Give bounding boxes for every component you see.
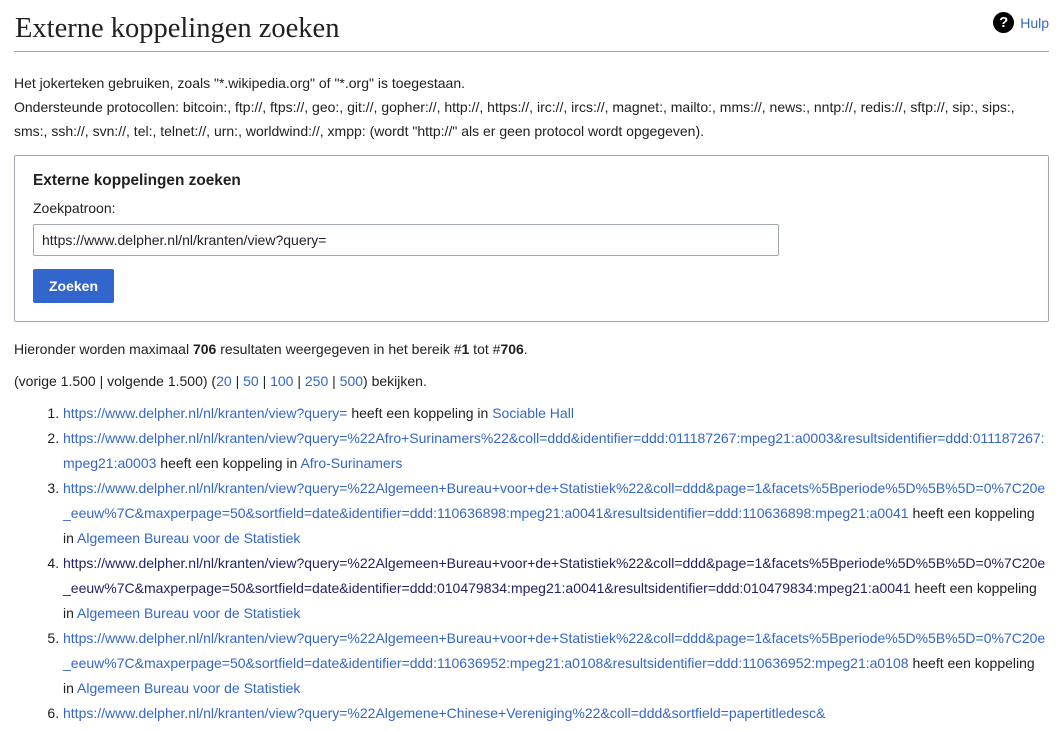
page-size-20[interactable]: 20	[216, 373, 232, 389]
search-pattern-label: Zoekpatroon:	[33, 199, 116, 216]
paging-sep: |	[293, 372, 305, 389]
page-size-250[interactable]: 250	[305, 373, 328, 389]
help-label[interactable]: Hulp	[1020, 15, 1049, 31]
result-page[interactable]: Algemeen Bureau voor de Statistiek	[77, 605, 300, 621]
summary-prefix: Hieronder worden maximaal	[14, 340, 193, 357]
result-page[interactable]: Algemeen Bureau voor de Statistiek	[77, 530, 300, 546]
intro-text: Het jokerteken gebruiken, zoals "*.wikip…	[14, 71, 1049, 143]
help-icon: ?	[993, 12, 1015, 33]
page-size-50[interactable]: 50	[243, 373, 259, 389]
paging-sep: |	[231, 372, 244, 389]
search-button[interactable]: Zoeken	[33, 268, 114, 303]
paging-sep: |	[258, 372, 271, 389]
help-link[interactable]: ? Hulp	[993, 12, 1049, 33]
result-url[interactable]: https://www.delpher.nl/nl/kranten/view?q…	[63, 705, 825, 721]
page-title: Externe koppelingen zoeken	[14, 0, 1049, 52]
protocols-note: Ondersteunde protocollen: bitcoin:, ftp:…	[14, 98, 1015, 139]
list-item: https://www.delpher.nl/nl/kranten/view?q…	[63, 626, 1049, 701]
results-list: https://www.delpher.nl/nl/kranten/view?q…	[14, 401, 1049, 726]
result-url[interactable]: https://www.delpher.nl/nl/kranten/view?q…	[63, 405, 347, 421]
paging-close: ) bekijken.	[363, 372, 427, 389]
page-size-500[interactable]: 500	[340, 373, 363, 389]
wildcard-note: Het jokerteken gebruiken, zoals "*.wikip…	[14, 74, 466, 91]
result-page[interactable]: Algemeen Bureau voor de Statistiek	[77, 680, 300, 696]
result-url[interactable]: https://www.delpher.nl/nl/kranten/view?q…	[63, 630, 1045, 671]
list-item: https://www.delpher.nl/nl/kranten/view?q…	[63, 551, 1049, 626]
result-page[interactable]: Afro-Surinamers	[300, 455, 402, 471]
page-size-100[interactable]: 100	[270, 373, 293, 389]
list-item: https://www.delpher.nl/nl/kranten/view?q…	[63, 701, 1049, 726]
results-summary: Hieronder worden maximaal 706 resultaten…	[14, 339, 1049, 359]
result-url[interactable]: https://www.delpher.nl/nl/kranten/view?q…	[63, 555, 1045, 596]
search-pattern-value: https://www.delpher.nl/nl/kranten/view?q…	[42, 231, 327, 248]
form-legend: Externe koppelingen zoeken	[33, 171, 241, 189]
search-pattern-input[interactable]: https://www.delpher.nl/nl/kranten/view?q…	[33, 223, 779, 256]
result-url[interactable]: https://www.delpher.nl/nl/kranten/view?q…	[63, 480, 1045, 521]
summary-count: 706	[192, 340, 217, 357]
summary-suffix: .	[523, 340, 528, 357]
summary-middle: resultaten weergegeven in het bereik #	[216, 340, 462, 357]
result-connector: heeft een koppeling in	[156, 454, 301, 471]
page-content: Externe koppelingen zoeken ? Hulp Het jo…	[0, 0, 1057, 726]
paging-sep: |	[328, 372, 340, 389]
list-item: https://www.delpher.nl/nl/kranten/view?q…	[63, 476, 1049, 551]
paging-prev-next: (vorige 1.500 | volgende 1.500) (	[14, 372, 217, 389]
list-item: https://www.delpher.nl/nl/kranten/view?q…	[63, 426, 1049, 476]
summary-to: 706	[500, 340, 524, 357]
summary-between: tot #	[469, 340, 501, 357]
result-connector: heeft een koppeling in	[347, 404, 493, 421]
search-form: Externe koppelingen zoeken Zoekpatroon: …	[14, 154, 1049, 322]
result-page[interactable]: Sociable Hall	[492, 405, 574, 421]
paging-nav: (vorige 1.500 | volgende 1.500) (20 | 50…	[14, 371, 1049, 391]
list-item: https://www.delpher.nl/nl/kranten/view?q…	[63, 401, 1049, 426]
